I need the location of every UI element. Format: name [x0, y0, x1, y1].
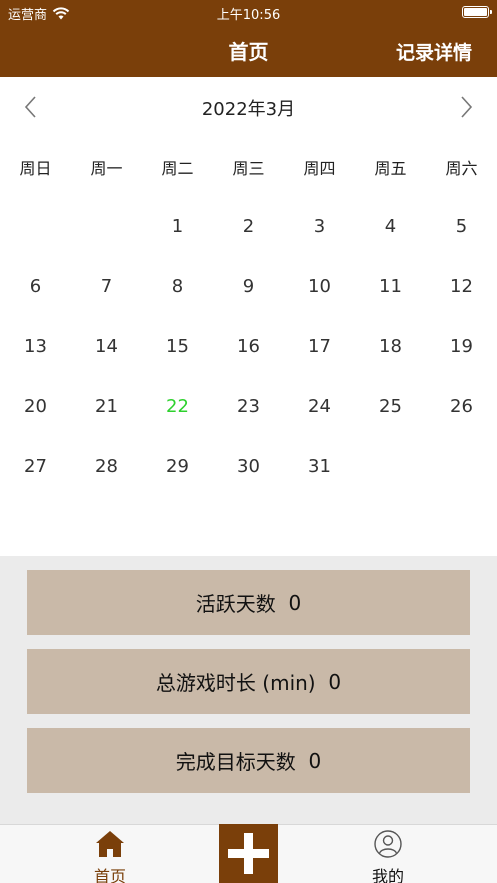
day-cell-empty: [426, 437, 497, 497]
month-label: 2022年3月: [201, 99, 296, 120]
tab-home[interactable]: 首页: [40, 825, 180, 883]
weekday-header: 周日 周一 周二 周三 周四 周五 周六: [0, 155, 497, 179]
day-cell[interactable]: 18: [355, 317, 426, 377]
day-cell[interactable]: 12: [426, 257, 497, 317]
day-cell[interactable]: 14: [71, 317, 142, 377]
goal-days-card: 完成目标天数 0: [27, 728, 470, 793]
day-cell[interactable]: 31: [284, 437, 355, 497]
chevron-right-icon[interactable]: [453, 95, 477, 119]
day-cell[interactable]: 7: [71, 257, 142, 317]
weekday-label: 周日: [19, 159, 52, 178]
calendar: 2022年3月 周日 周一 周二 周三 周四 周五 周六 1 2 3 4 5 6 7 8 9 10 11 12 13…: [0, 77, 497, 556]
day-grid: 1 2 3 4 5 6 7 8 9 10 11 12 13 14 15 16 17 18 19 20 21 22 23 24 2…: [0, 197, 497, 497]
day-cell[interactable]: 16: [213, 317, 284, 377]
stat-value: 0: [288, 590, 302, 615]
stat-value: 0: [308, 748, 322, 773]
tab-label: 首页: [93, 867, 126, 883]
day-cell[interactable]: 23: [213, 377, 284, 437]
day-cell[interactable]: 26: [426, 377, 497, 437]
stat-label: 完成目标天数: [175, 750, 296, 774]
battery-icon: [462, 6, 492, 18]
stats-panel: 活跃天数 0 总游戏时长 (min) 0 完成目标天数 0: [0, 556, 497, 824]
weekday-label: 周三: [232, 159, 265, 178]
month-header: 2022年3月: [0, 77, 497, 137]
weekday-label: 周五: [374, 159, 407, 178]
day-cell[interactable]: 9: [213, 257, 284, 317]
record-details-button[interactable]: 记录详情: [396, 38, 472, 65]
day-cell[interactable]: 6: [0, 257, 71, 317]
day-cell[interactable]: 11: [355, 257, 426, 317]
day-cell[interactable]: 29: [142, 437, 213, 497]
day-cell[interactable]: 13: [0, 317, 71, 377]
stat-label: 总游戏时长 (min): [155, 671, 316, 695]
weekday-label: 周六: [445, 159, 478, 178]
weekday-label: 周一: [90, 159, 123, 178]
day-cell[interactable]: 8: [142, 257, 213, 317]
nav-bar: 首页 记录详情: [0, 24, 497, 77]
day-cell[interactable]: 20: [0, 377, 71, 437]
day-cell[interactable]: 15: [142, 317, 213, 377]
day-cell[interactable]: 25: [355, 377, 426, 437]
stat-label: 活跃天数: [195, 592, 276, 616]
day-cell[interactable]: 28: [71, 437, 142, 497]
user-icon: [374, 830, 402, 858]
day-cell[interactable]: 10: [284, 257, 355, 317]
add-button[interactable]: [219, 824, 278, 883]
status-time: 上午10:56: [216, 8, 281, 23]
day-cell[interactable]: 30: [213, 437, 284, 497]
weekday-label: 周二: [161, 159, 194, 178]
day-cell[interactable]: 2: [213, 197, 284, 257]
tab-mine[interactable]: 我的: [318, 825, 458, 883]
day-cell[interactable]: 17: [284, 317, 355, 377]
status-bar: 运营商 上午10:56: [0, 0, 497, 24]
active-days-card: 活跃天数 0: [27, 570, 470, 635]
stat-value: 0: [328, 669, 342, 694]
day-cell[interactable]: 1: [142, 197, 213, 257]
day-cell-empty: [71, 197, 142, 257]
day-cell[interactable]: 27: [0, 437, 71, 497]
day-cell[interactable]: 4: [355, 197, 426, 257]
weekday-label: 周四: [303, 159, 336, 178]
home-icon: [96, 831, 124, 857]
day-cell-empty: [0, 197, 71, 257]
day-cell[interactable]: 24: [284, 377, 355, 437]
plus-icon: [228, 833, 269, 874]
day-cell[interactable]: 21: [71, 377, 142, 437]
day-cell[interactable]: 5: [426, 197, 497, 257]
day-cell-empty: [355, 437, 426, 497]
total-playtime-card: 总游戏时长 (min) 0: [27, 649, 470, 714]
day-cell[interactable]: 19: [426, 317, 497, 377]
day-cell[interactable]: 3: [284, 197, 355, 257]
day-cell-today[interactable]: 22: [142, 377, 213, 437]
tab-label: 我的: [371, 867, 404, 883]
